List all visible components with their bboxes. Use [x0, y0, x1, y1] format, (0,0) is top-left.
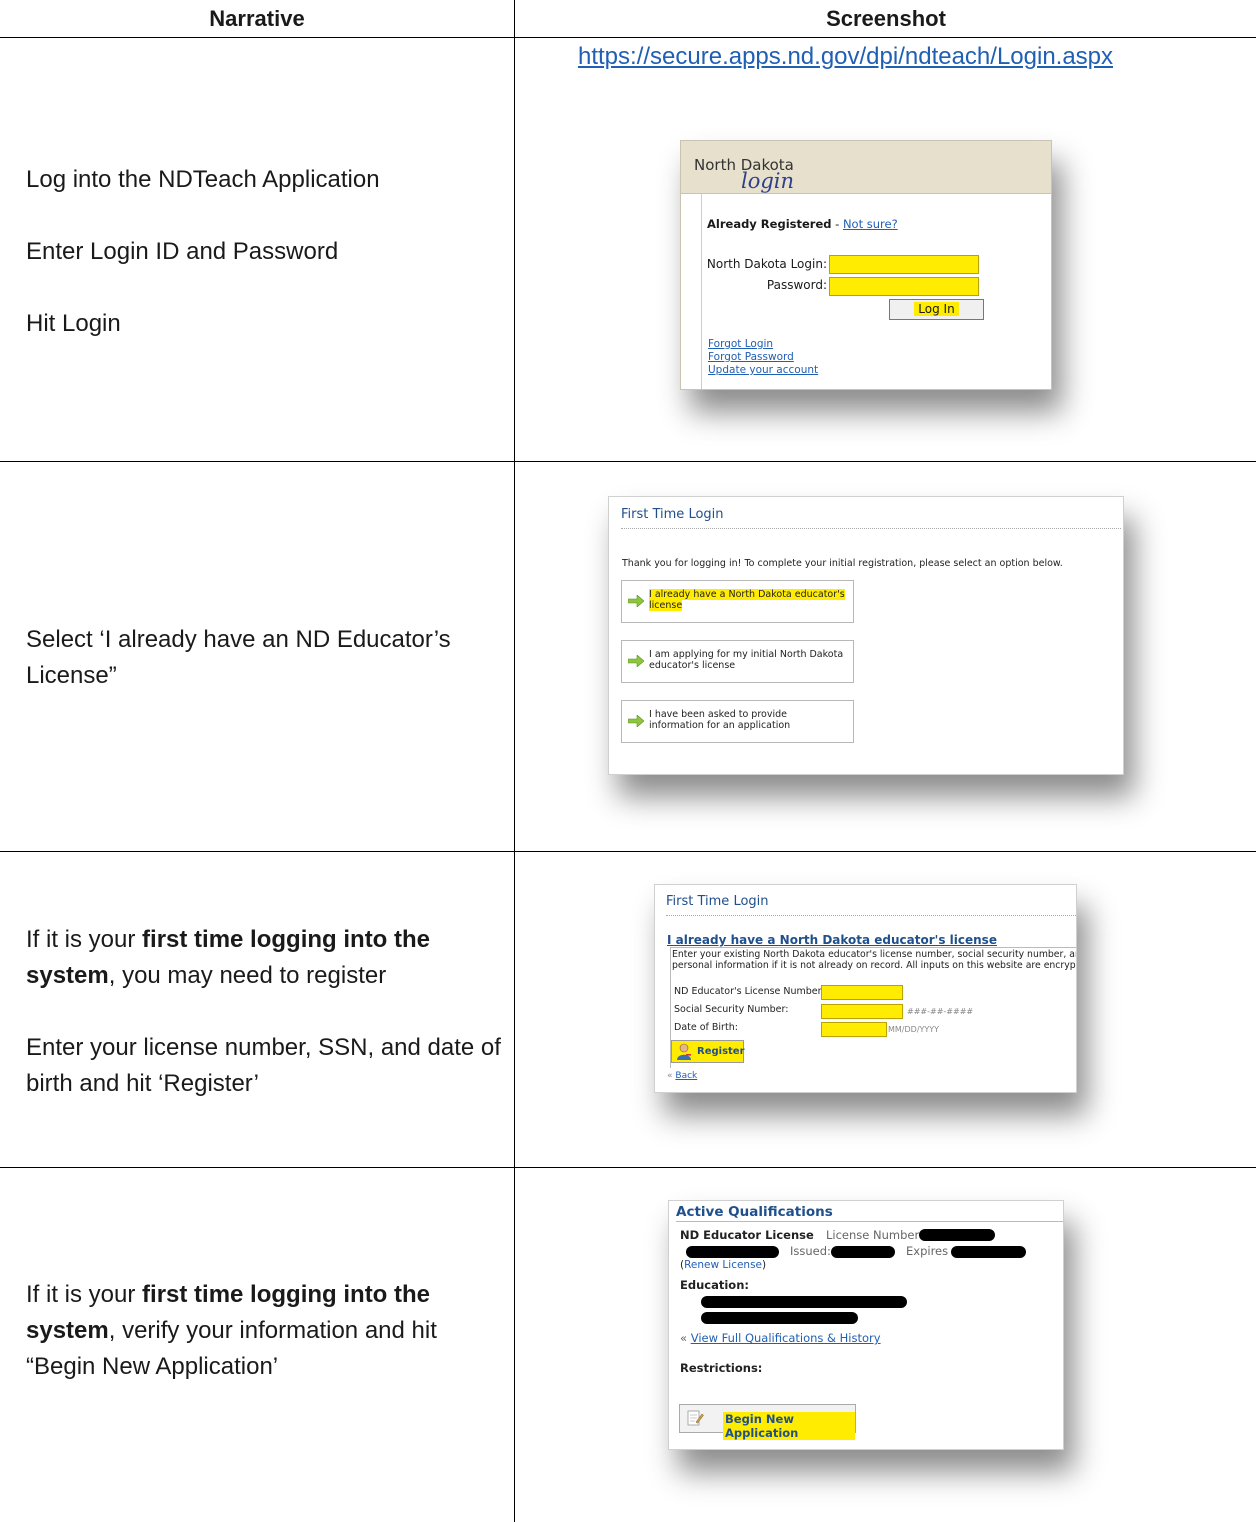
narrative-paragraph: Enter your license number, SSN, and date…	[26, 1034, 501, 1097]
narrative-step: Enter Login ID and Password	[26, 238, 339, 265]
narrative-header: Narrative	[209, 6, 305, 31]
login-url-link[interactable]: https://secure.apps.nd.gov/dpi/ndteach/L…	[578, 43, 1113, 71]
license-number-input[interactable]	[821, 985, 903, 1000]
redaction	[919, 1229, 995, 1241]
dob-input[interactable]	[821, 1022, 887, 1037]
arrow-right-icon	[628, 595, 644, 607]
intro-text: Thank you for logging in! To complete yo…	[622, 558, 1063, 569]
redaction	[701, 1296, 907, 1308]
ssn-hint: ###-##-####	[907, 1007, 974, 1016]
first-time-login-screenshot: First Time Login Thank you for logging i…	[608, 496, 1124, 775]
ssn-label: Social Security Number:	[674, 1004, 789, 1015]
license-name: ND Educator License	[680, 1228, 814, 1242]
section-heading: I already have a North Dakota educator's…	[667, 933, 997, 947]
option-label: I am applying for my initial North Dakot…	[649, 649, 844, 671]
separator: -	[831, 217, 843, 231]
row-divider	[0, 851, 1256, 852]
log-in-button[interactable]: Log In	[889, 299, 984, 320]
password-label: Password:	[766, 278, 827, 292]
login-label: North Dakota Login:	[706, 257, 827, 271]
description: Enter your existing North Dakota educato…	[672, 949, 1077, 971]
view-qualifications-link[interactable]: View Full Qualifications & History	[691, 1331, 881, 1345]
view-qualifications-line: « View Full Qualifications & History	[680, 1331, 881, 1345]
row2-narrative: Select ‘I already have an ND Educator’s …	[26, 626, 451, 689]
active-qualifications-screenshot: Active Qualifications ND Educator Licens…	[668, 1200, 1064, 1450]
option-label: I already have a North Dakota educator's…	[649, 589, 845, 611]
row4-narrative: If it is your first time logging into th…	[26, 1277, 501, 1385]
login-banner: North Dakota login	[681, 141, 1051, 194]
expires-label: Expires	[906, 1244, 949, 1258]
already-registered-line: Already Registered - Not sure?	[707, 217, 898, 231]
user-add-icon	[677, 1043, 691, 1060]
register-button[interactable]: Register	[671, 1040, 745, 1063]
divider	[676, 1221, 1063, 1222]
redaction	[951, 1246, 1026, 1258]
redaction	[831, 1246, 895, 1258]
row-divider	[0, 1167, 1256, 1168]
option-label: I have been asked to provide information …	[649, 709, 791, 731]
option-initial-license[interactable]: I am applying for my initial North Dakot…	[621, 640, 854, 683]
narrative-step: Log into the NDTeach Application	[26, 166, 380, 193]
forgot-password-link[interactable]: Forgot Password	[708, 351, 818, 364]
renew-line: (Renew License)	[680, 1259, 767, 1271]
divider	[621, 528, 1121, 529]
divider	[666, 915, 1076, 916]
begin-new-application-button[interactable]: Begin New Application	[679, 1404, 856, 1440]
login-screenshot: North Dakota login Already Registered - …	[680, 140, 1052, 390]
arrow-right-icon	[628, 655, 644, 667]
document-edit-icon	[687, 1410, 704, 1426]
already-registered-text: Already Registered	[707, 217, 832, 231]
redaction	[686, 1246, 779, 1258]
license-number-label: ND Educator's License Number:	[674, 986, 825, 997]
back-link-line: « Back	[667, 1071, 698, 1081]
education-label: Education:	[680, 1278, 749, 1292]
header-divider	[0, 37, 1256, 38]
page-title: First Time Login	[666, 894, 769, 909]
narrative-step: Hit Login	[26, 310, 121, 337]
ssn-input[interactable]	[821, 1004, 903, 1019]
narrative-paragraph: If it is your first time logging into th…	[26, 1281, 437, 1380]
issued-label: Issued:	[790, 1244, 831, 1258]
redaction	[701, 1312, 858, 1324]
password-input[interactable]	[829, 277, 979, 296]
dob-label: Date of Birth:	[674, 1022, 738, 1033]
restrictions-label: Restrictions:	[680, 1361, 763, 1375]
forgot-login-link[interactable]: Forgot Login	[708, 338, 818, 351]
row3-narrative: If it is your first time logging into th…	[26, 922, 501, 1102]
option-provide-information[interactable]: I have been asked to provide information …	[621, 700, 854, 743]
screenshot-header: Screenshot	[826, 6, 946, 31]
back-link[interactable]: Back	[675, 1071, 697, 1081]
license-number-label: License Number	[826, 1228, 920, 1242]
row1-narrative: Log into the NDTeach Application Enter L…	[26, 162, 501, 342]
renew-license-link[interactable]: Renew License	[684, 1259, 762, 1271]
update-account-link[interactable]: Update your account	[708, 364, 818, 377]
table-header: Narrative Screenshot	[0, 0, 1256, 38]
row-divider	[0, 461, 1256, 462]
account-links: Forgot Login Forgot Password Update your…	[708, 338, 818, 377]
not-sure-link[interactable]: Not sure?	[843, 217, 898, 231]
login-input[interactable]	[829, 255, 979, 274]
register-screenshot: First Time Login I already have a North …	[654, 884, 1077, 1093]
dob-hint: MM/DD/YYYY	[888, 1025, 940, 1034]
option-existing-license[interactable]: I already have a North Dakota educator's…	[621, 580, 854, 623]
page-title: First Time Login	[621, 507, 724, 522]
narrative-paragraph: If it is your first time logging into th…	[26, 926, 431, 989]
section-title: Active Qualifications	[676, 1204, 833, 1220]
arrow-right-icon	[628, 715, 644, 727]
column-divider	[514, 0, 515, 1522]
brand-login: login	[741, 169, 795, 193]
